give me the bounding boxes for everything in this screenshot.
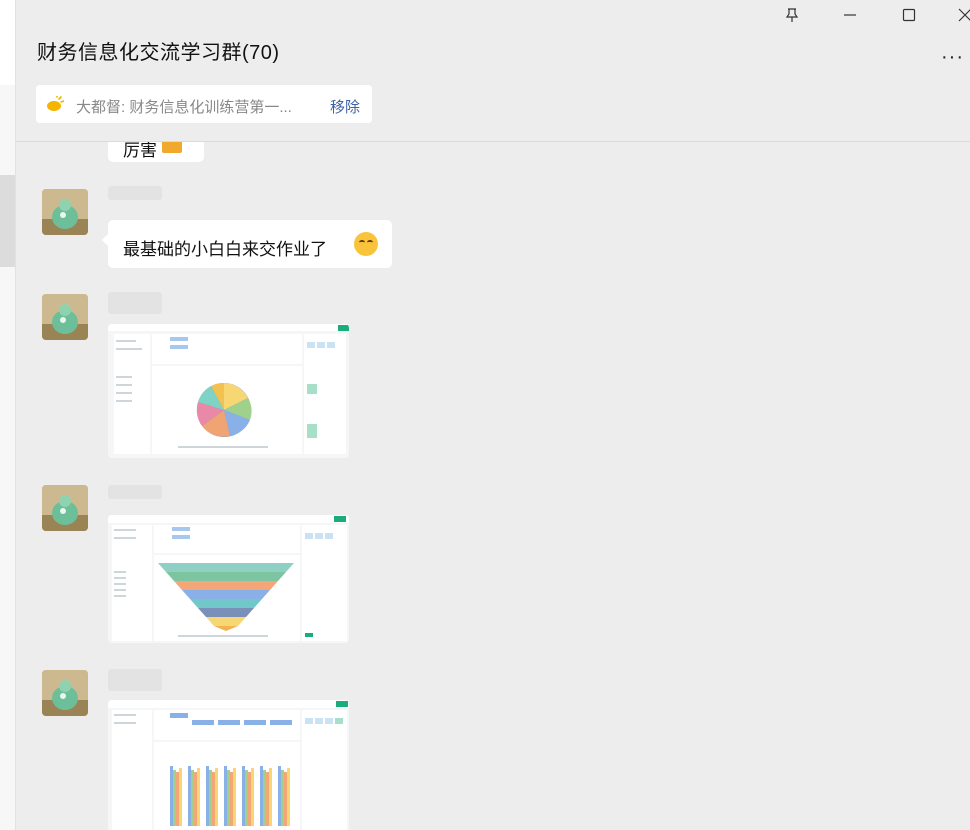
pinned-announcement[interactable]: 大都督: 财务信息化训练营第一... 移除 bbox=[36, 85, 372, 123]
chat-title: 财务信息化交流学习群(70) bbox=[37, 42, 280, 64]
conversation-list-top bbox=[0, 0, 15, 85]
funnel-chart-screenshot-image[interactable] bbox=[108, 515, 349, 643]
smile-emoji-icon bbox=[354, 232, 378, 256]
remove-pin-button[interactable]: 移除 bbox=[330, 96, 360, 117]
close-icon[interactable] bbox=[954, 4, 970, 26]
pie-chart-screenshot-image[interactable] bbox=[108, 324, 349, 458]
conversation-list-edge bbox=[0, 0, 16, 830]
avatar[interactable] bbox=[42, 189, 88, 235]
bar-chart-screenshot-image[interactable] bbox=[108, 700, 349, 830]
sender-name-blurred bbox=[108, 485, 162, 499]
message-bubble[interactable]: 厉害 bbox=[108, 142, 204, 162]
pinned-text: 大都督: 财务信息化训练营第一... bbox=[76, 99, 292, 116]
megaphone-icon bbox=[46, 95, 65, 112]
pin-window-icon[interactable] bbox=[781, 4, 803, 26]
maximize-icon[interactable] bbox=[898, 4, 920, 26]
avatar[interactable] bbox=[42, 670, 88, 716]
minimize-icon[interactable] bbox=[839, 4, 861, 26]
avatar[interactable] bbox=[42, 294, 88, 340]
sender-name-blurred bbox=[108, 292, 162, 314]
sender-name-blurred bbox=[108, 669, 162, 691]
message-bubble[interactable]: 最基础的小白白来交作业了 bbox=[102, 220, 392, 268]
thumbs-up-emoji-icon bbox=[162, 142, 182, 153]
avatar[interactable] bbox=[42, 485, 88, 531]
selected-conversation-indicator[interactable] bbox=[0, 175, 15, 267]
chat-window: 财务信息化交流学习群(70) ··· 大都督: 财务信息化训练营第一... 移除 bbox=[16, 0, 970, 830]
message-text: 厉害 bbox=[123, 142, 157, 160]
more-options-icon[interactable]: ··· bbox=[941, 46, 964, 69]
sender-name-blurred bbox=[108, 186, 162, 200]
message-text: 最基础的小白白来交作业了 bbox=[123, 240, 327, 259]
message-list[interactable]: 厉害 最基础的小白白来交作业了 bbox=[16, 142, 970, 830]
chat-header: 财务信息化交流学习群(70) ··· 大都督: 财务信息化训练营第一... 移除 bbox=[16, 0, 970, 142]
